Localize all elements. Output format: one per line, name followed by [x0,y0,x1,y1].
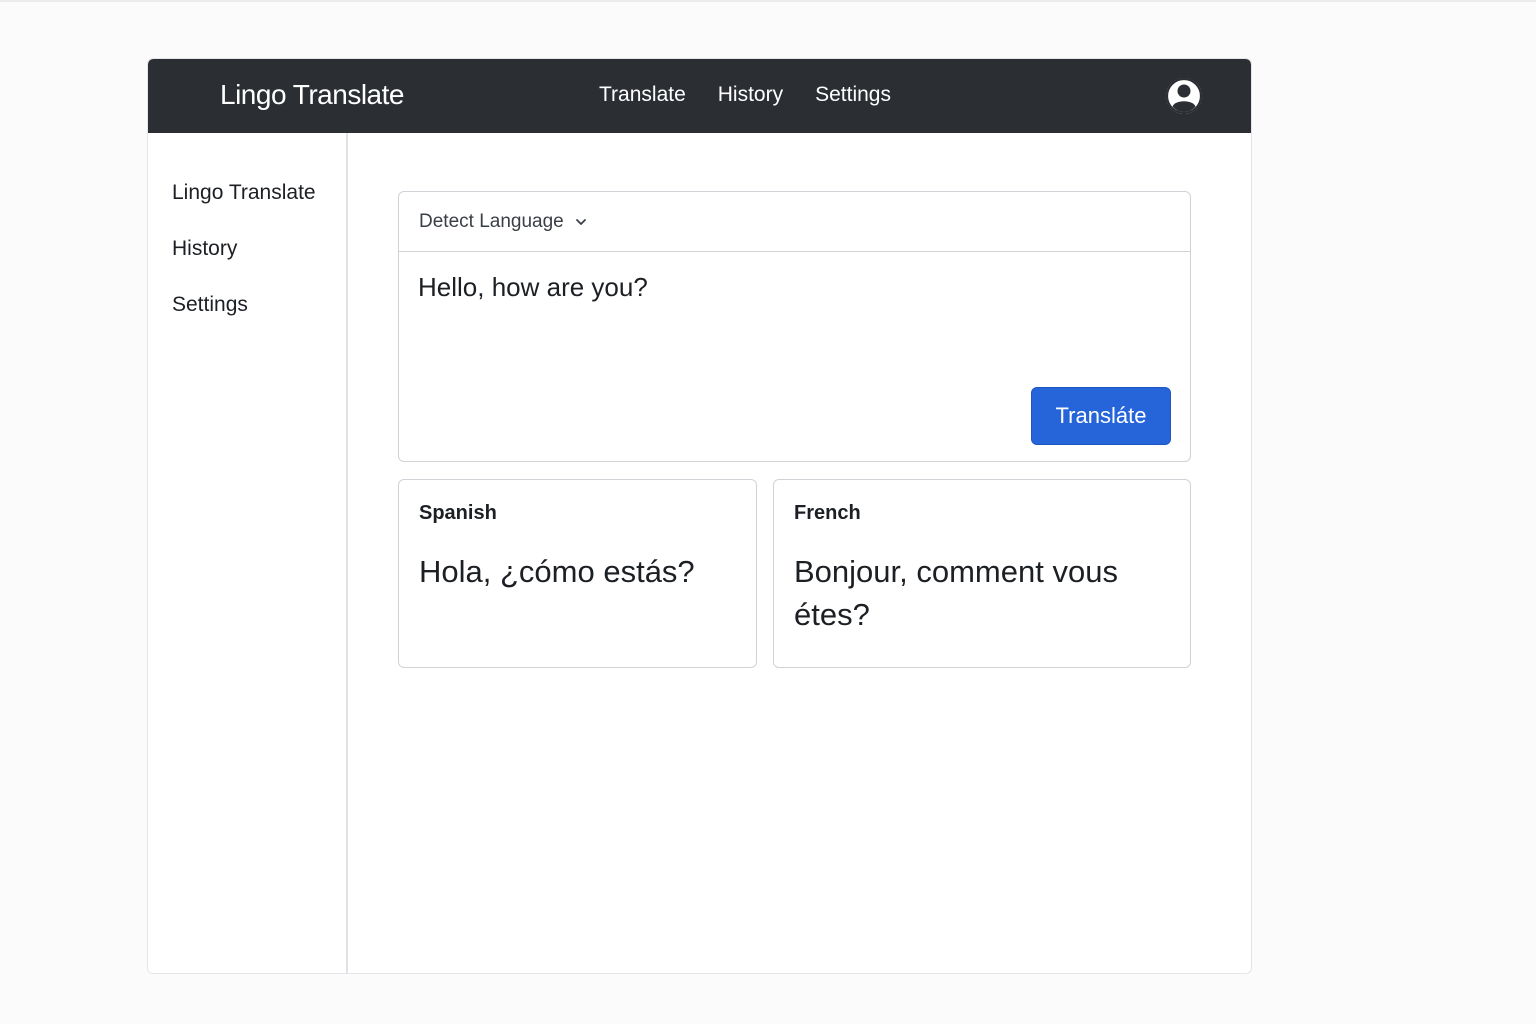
main-content: Detect Language Hello, how are you? Tran… [350,133,1251,973]
translate-button[interactable]: Transláte [1031,387,1171,445]
top-navbar: Lingo Translate Translate History Settin… [148,59,1251,133]
sidebar-item-lingo-translate[interactable]: Lingo Translate [172,181,316,205]
result-translation-text: Hola, ¿cómo estás? [419,554,695,589]
source-language-label: Detect Language [419,210,564,232]
source-text-input[interactable]: Hello, how are you? [418,272,648,303]
source-input-card: Detect Language Hello, how are you? Tran… [398,191,1191,462]
nav-link-translate[interactable]: Translate [599,83,686,107]
sidebar-item-history[interactable]: History [172,237,237,261]
result-card-french: French Bonjour, comment vous étes? [773,479,1191,668]
sidebar-item-settings[interactable]: Settings [172,293,248,317]
page-top-divider [0,0,1536,2]
user-avatar-button[interactable] [1165,77,1203,115]
app-window: Lingo Translate Translate History Settin… [147,58,1252,974]
nav-link-settings[interactable]: Settings [815,83,891,107]
top-nav: Translate History Settings [599,83,891,107]
result-language-label: Spanish [419,502,497,524]
result-card-spanish: Spanish Hola, ¿cómo estás? [398,479,757,668]
result-translation-text: Bonjour, comment vous étes? [794,554,1118,632]
sidebar: Lingo Translate History Settings [148,133,348,973]
result-language-label: French [794,502,861,524]
source-language-dropdown[interactable]: Detect Language [399,192,1190,252]
brand-logo-text[interactable]: Lingo Translate [220,79,404,111]
chevron-down-icon [575,218,586,225]
user-circle-icon [1165,77,1203,115]
nav-link-history[interactable]: History [718,83,783,107]
